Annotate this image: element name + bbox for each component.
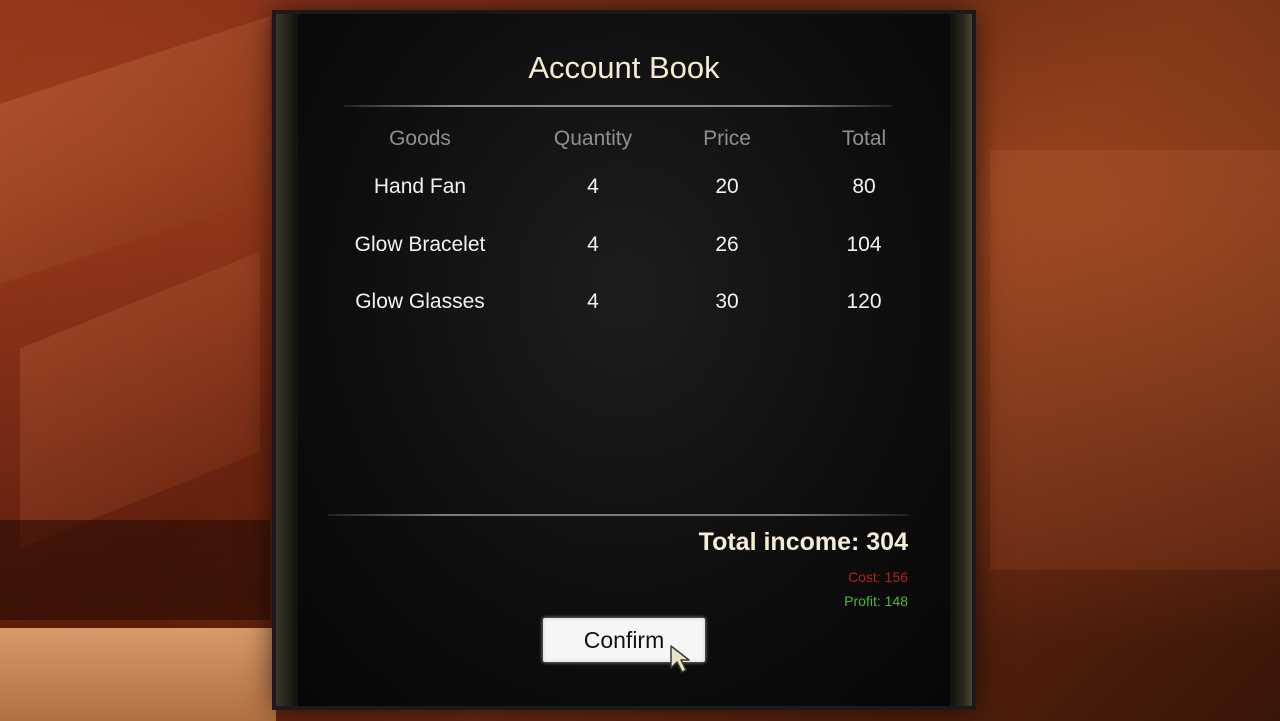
game-scene: Account Book Goods Quantity Price Total … [0,0,1280,721]
row-quantity: 4 [587,175,599,198]
row-price: 30 [715,290,739,313]
row-goods: Hand Fan [373,175,467,198]
cost-value: Cost: 156 [848,569,908,585]
column-header-total: Total [841,127,887,150]
arrow-cursor-icon [670,645,690,673]
background-plank [990,150,1280,570]
row-goods: Glow Glasses [355,290,485,313]
summary-divider [328,514,908,516]
profit-value: Profit: 148 [844,593,908,609]
row-price: 20 [715,175,739,198]
background-shadow [0,520,270,620]
row-quantity: 4 [587,233,599,256]
background-plank [20,251,260,549]
background-rail [0,628,276,721]
background-plank [0,16,270,284]
row-quantity: 4 [587,290,599,313]
account-book-panel: Account Book Goods Quantity Price Total … [276,14,972,706]
panel-edge [276,14,298,706]
row-total: 120 [846,290,882,313]
column-header-price: Price [703,127,751,150]
account-book-title: Account Book [528,50,720,85]
title-divider [344,105,892,107]
column-header-goods: Goods [389,127,451,150]
row-total: 80 [852,175,876,198]
row-goods: Glow Bracelet [354,233,486,256]
row-price: 26 [715,233,739,256]
panel-edge [950,14,972,706]
total-income: Total income: 304 [698,528,908,556]
row-total: 104 [846,233,882,256]
column-header-quantity: Quantity [553,127,633,150]
